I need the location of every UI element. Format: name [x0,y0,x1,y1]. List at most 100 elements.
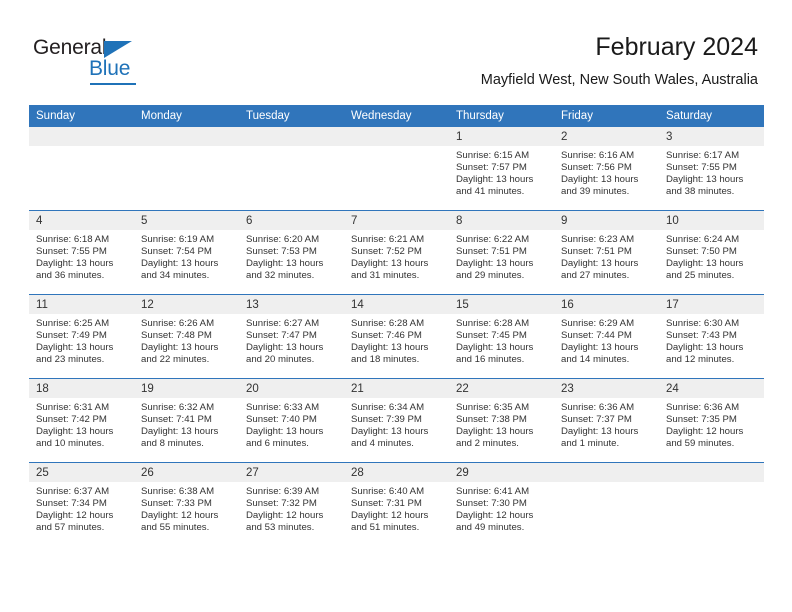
calendar-day-cell[interactable]: 28 Sunrise: 6:40 AM Sunset: 7:31 PM Dayligh… [344,462,449,546]
sunrise-text: Sunrise: 6:19 AM [141,234,215,245]
day-details: Sunrise: 6:34 AM Sunset: 7:39 PM Daylight:… [344,398,449,450]
calendar-week-row: 11 Sunrise: 6:25 AM Sunset: 7:49 PM Dayligh… [29,294,764,379]
sunrise-text: Sunrise: 6:34 AM [351,402,425,413]
day-details: Sunrise: 6:36 AM Sunset: 7:35 PM Daylight:… [659,398,764,450]
day-number: 16 [554,295,659,314]
calendar-day-cell-empty [29,127,134,211]
sunrise-text: Sunrise: 6:20 AM [246,234,320,245]
daylight-text: Daylight: 12 hours and 57 minutes. [36,510,114,534]
sunrise-text: Sunrise: 6:36 AM [666,402,740,413]
day-number: 27 [239,463,344,482]
day-details: Sunrise: 6:21 AM Sunset: 7:52 PM Daylight:… [344,230,449,282]
calendar-day-cell[interactable]: 24 Sunrise: 6:36 AM Sunset: 7:35 PM Dayligh… [659,378,764,463]
day-number [659,463,764,482]
daylight-text: Daylight: 13 hours and 31 minutes. [351,258,429,282]
day-details: Sunrise: 6:20 AM Sunset: 7:53 PM Daylight:… [239,230,344,282]
day-details: Sunrise: 6:22 AM Sunset: 7:51 PM Daylight:… [449,230,554,282]
calendar-day-cell[interactable]: 2 Sunrise: 6:16 AM Sunset: 7:56 PM Daylight… [554,127,659,211]
calendar-day-cell[interactable]: 21 Sunrise: 6:34 AM Sunset: 7:39 PM Dayligh… [344,378,449,463]
calendar-day-cell[interactable]: 26 Sunrise: 6:38 AM Sunset: 7:33 PM Dayligh… [134,462,239,546]
calendar-day-cell[interactable]: 10 Sunrise: 6:24 AM Sunset: 7:50 PM Dayligh… [659,210,764,295]
calendar-day-cell[interactable]: 22 Sunrise: 6:35 AM Sunset: 7:38 PM Dayligh… [449,378,554,463]
calendar-day-cell[interactable]: 29 Sunrise: 6:41 AM Sunset: 7:30 PM Dayligh… [449,462,554,546]
calendar-day-cell[interactable]: 25 Sunrise: 6:37 AM Sunset: 7:34 PM Dayligh… [29,462,134,546]
day-number: 4 [29,211,134,230]
sunset-text: Sunset: 7:54 PM [141,246,212,258]
sunset-text: Sunset: 7:32 PM [246,498,317,510]
calendar-day-cell[interactable]: 19 Sunrise: 6:32 AM Sunset: 7:41 PM Dayligh… [134,378,239,463]
sunset-text: Sunset: 7:38 PM [456,414,527,426]
calendar-week-row: 25 Sunrise: 6:37 AM Sunset: 7:34 PM Dayligh… [29,462,764,546]
daylight-text: Daylight: 12 hours and 55 minutes. [141,510,219,534]
calendar-day-cell[interactable]: 20 Sunrise: 6:33 AM Sunset: 7:40 PM Dayligh… [239,378,344,463]
sunset-text: Sunset: 7:33 PM [141,498,212,510]
calendar-day-cell[interactable]: 11 Sunrise: 6:25 AM Sunset: 7:49 PM Dayligh… [29,294,134,379]
sunset-text: Sunset: 7:44 PM [561,330,632,342]
day-number: 2 [554,127,659,146]
sunrise-text: Sunrise: 6:35 AM [456,402,530,413]
calendar-day-cell[interactable]: 7 Sunrise: 6:21 AM Sunset: 7:52 PM Daylight… [344,210,449,295]
calendar-day-cell-empty [344,127,449,211]
calendar-day-cell[interactable]: 5 Sunrise: 6:19 AM Sunset: 7:54 PM Daylight… [134,210,239,295]
calendar-day-cell[interactable]: 17 Sunrise: 6:30 AM Sunset: 7:43 PM Dayligh… [659,294,764,379]
daylight-text: Daylight: 13 hours and 41 minutes. [456,174,534,198]
general-blue-logo: General Blue [33,36,183,85]
sunset-text: Sunset: 7:57 PM [456,162,527,174]
day-number: 23 [554,379,659,398]
sunrise-text: Sunrise: 6:23 AM [561,234,635,245]
daylight-text: Daylight: 13 hours and 1 minute. [561,426,639,450]
sunset-text: Sunset: 7:41 PM [141,414,212,426]
daylight-text: Daylight: 13 hours and 32 minutes. [246,258,324,282]
sunrise-text: Sunrise: 6:41 AM [456,486,530,497]
calendar-day-cell[interactable]: 13 Sunrise: 6:27 AM Sunset: 7:47 PM Dayligh… [239,294,344,379]
sunset-text: Sunset: 7:50 PM [666,246,737,258]
calendar-day-cell[interactable]: 23 Sunrise: 6:36 AM Sunset: 7:37 PM Dayligh… [554,378,659,463]
calendar-day-cell-empty [134,127,239,211]
calendar-page: General Blue February 2024 Mayfield West… [0,0,792,612]
daylight-text: Daylight: 13 hours and 16 minutes. [456,342,534,366]
sunrise-text: Sunrise: 6:15 AM [456,150,530,161]
day-number: 1 [449,127,554,146]
calendar-day-cell[interactable]: 9 Sunrise: 6:23 AM Sunset: 7:51 PM Daylight… [554,210,659,295]
sunset-text: Sunset: 7:56 PM [561,162,632,174]
day-details: Sunrise: 6:28 AM Sunset: 7:46 PM Daylight:… [344,314,449,366]
day-number [134,127,239,146]
sunrise-text: Sunrise: 6:18 AM [36,234,110,245]
calendar-day-cell[interactable]: 12 Sunrise: 6:26 AM Sunset: 7:48 PM Dayligh… [134,294,239,379]
day-details: Sunrise: 6:33 AM Sunset: 7:40 PM Daylight:… [239,398,344,450]
calendar-day-cell[interactable]: 4 Sunrise: 6:18 AM Sunset: 7:55 PM Daylight… [29,210,134,295]
day-details: Sunrise: 6:16 AM Sunset: 7:56 PM Daylight:… [554,146,659,198]
calendar-day-cell[interactable]: 3 Sunrise: 6:17 AM Sunset: 7:55 PM Daylight… [659,127,764,211]
calendar-day-cell[interactable]: 8 Sunrise: 6:22 AM Sunset: 7:51 PM Daylight… [449,210,554,295]
sunset-text: Sunset: 7:30 PM [456,498,527,510]
day-details: Sunrise: 6:17 AM Sunset: 7:55 PM Daylight:… [659,146,764,198]
calendar-day-cell[interactable]: 6 Sunrise: 6:20 AM Sunset: 7:53 PM Daylight… [239,210,344,295]
page-subtitle: Mayfield West, New South Wales, Australi… [480,72,758,88]
calendar-day-cell[interactable]: 18 Sunrise: 6:31 AM Sunset: 7:42 PM Dayligh… [29,378,134,463]
weekday-header-thursday: Thursday [449,105,554,127]
day-details: Sunrise: 6:30 AM Sunset: 7:43 PM Daylight:… [659,314,764,366]
day-number: 13 [239,295,344,314]
day-number [344,127,449,146]
weekday-header-monday: Monday [134,105,239,127]
daylight-text: Daylight: 13 hours and 18 minutes. [351,342,429,366]
daylight-text: Daylight: 13 hours and 22 minutes. [141,342,219,366]
day-number: 24 [659,379,764,398]
calendar-day-cell[interactable]: 1 Sunrise: 6:15 AM Sunset: 7:57 PM Daylight… [449,127,554,211]
daylight-text: Daylight: 13 hours and 8 minutes. [141,426,219,450]
calendar-day-cell[interactable]: 16 Sunrise: 6:29 AM Sunset: 7:44 PM Dayligh… [554,294,659,379]
calendar-day-cell[interactable]: 14 Sunrise: 6:28 AM Sunset: 7:46 PM Dayligh… [344,294,449,379]
day-number [239,127,344,146]
daylight-text: Daylight: 13 hours and 10 minutes. [36,426,114,450]
calendar-day-cell[interactable]: 15 Sunrise: 6:28 AM Sunset: 7:45 PM Dayligh… [449,294,554,379]
calendar-day-cell[interactable]: 27 Sunrise: 6:39 AM Sunset: 7:32 PM Dayligh… [239,462,344,546]
calendar-day-cell-empty [239,127,344,211]
sunrise-text: Sunrise: 6:32 AM [141,402,215,413]
day-number: 18 [29,379,134,398]
day-number: 25 [29,463,134,482]
sunrise-text: Sunrise: 6:37 AM [36,486,110,497]
daylight-text: Daylight: 12 hours and 59 minutes. [666,426,744,450]
sunrise-text: Sunrise: 6:27 AM [246,318,320,329]
calendar-day-cell-empty [554,462,659,546]
calendar-week-row: 1 Sunrise: 6:15 AM Sunset: 7:57 PM Daylight… [29,127,764,211]
